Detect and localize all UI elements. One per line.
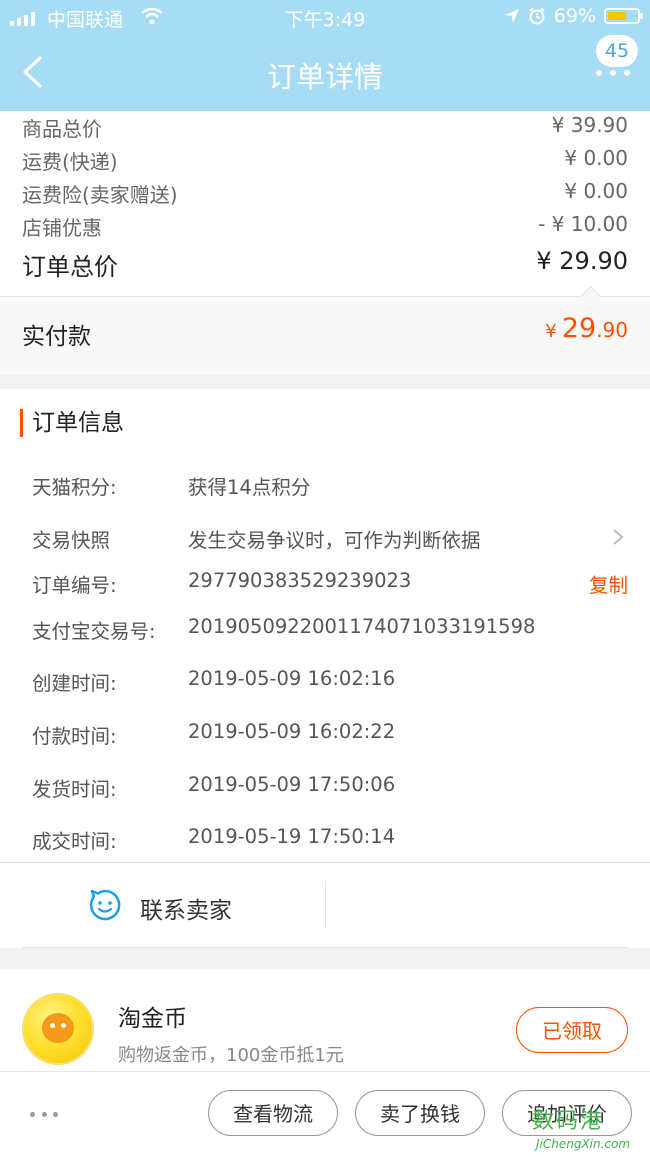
info-value: 获得14点积分 xyxy=(188,476,311,499)
alarm-icon xyxy=(529,7,545,25)
price-label: 商品总价 xyxy=(22,117,102,141)
more-icon[interactable] xyxy=(596,70,630,78)
price-row: 店铺优惠 - ¥ 10.00 xyxy=(22,212,628,241)
view-logistics-button[interactable]: 查看物流 xyxy=(208,1090,338,1136)
page-title: 订单详情 xyxy=(266,60,383,94)
actual-payment-value: ¥ 29.90 xyxy=(545,313,628,344)
info-key: 创建时间: xyxy=(32,672,117,695)
more-actions-icon[interactable] xyxy=(30,1112,58,1117)
divider xyxy=(22,947,628,948)
chevron-right-icon xyxy=(613,529,624,545)
actual-payment: 实付款 ¥ 29.90 xyxy=(0,285,650,375)
section-title: 订单信息 xyxy=(20,409,124,437)
coin-title: 淘金币 xyxy=(118,1006,187,1032)
message-badge[interactable]: 45 xyxy=(596,35,638,67)
info-value: 2019-05-09 16:02:16 xyxy=(188,667,396,690)
order-number: 297790383529239023 xyxy=(188,569,412,592)
price-label: 店铺优惠 xyxy=(22,216,102,240)
price-label: 运费(快递) xyxy=(22,150,118,174)
gold-coin-icon xyxy=(22,993,94,1065)
header: 中国联通 下午3:49 69% 订单详情 45 xyxy=(0,0,650,111)
chat-face-icon xyxy=(89,889,121,921)
info-key: 支付宝交易号: xyxy=(32,620,156,643)
info-key: 订单编号: xyxy=(32,574,117,597)
price-row: 运费(快递) ¥ 0.00 xyxy=(22,146,628,175)
order-total-value: ¥ 29.90 xyxy=(536,247,628,275)
status-right: 69% xyxy=(504,5,643,27)
info-key: 天猫积分: xyxy=(32,476,117,499)
price-value: - ¥ 10.00 xyxy=(538,212,628,236)
coin-subtitle: 购物返金币，100金币抵1元 xyxy=(118,1045,344,1066)
actual-payment-label: 实付款 xyxy=(22,324,91,350)
contact-seller-button[interactable]: 联系卖家 xyxy=(0,863,325,948)
battery-icon xyxy=(604,8,643,24)
info-value: 2019-05-19 17:50:14 xyxy=(188,825,396,848)
info-key: 成交时间: xyxy=(32,830,117,853)
price-label: 运费险(卖家赠送) xyxy=(22,183,178,207)
battery-percent: 69% xyxy=(553,5,596,27)
info-key: 交易快照 xyxy=(32,529,111,552)
info-value: 2019-05-09 17:50:06 xyxy=(188,773,396,796)
info-value: 2019-05-09 16:02:22 xyxy=(188,720,396,743)
order-info-card: 订单信息 天猫积分: 获得14点积分 交易快照 发生交易争议时，可作为判断依据 … xyxy=(0,389,650,948)
price-row: 运费险(卖家赠送) ¥ 0.00 xyxy=(22,179,628,208)
price-value: ¥ 39.90 xyxy=(551,113,628,137)
sell-for-cash-button[interactable]: 卖了换钱 xyxy=(355,1090,485,1136)
price-value: ¥ 0.00 xyxy=(564,146,628,170)
location-icon xyxy=(504,9,519,23)
status-bar: 中国联通 下午3:49 69% xyxy=(0,0,650,36)
order-total-label: 订单总价 xyxy=(22,253,118,281)
copy-button[interactable]: 复制 xyxy=(589,569,628,598)
info-key: 付款时间: xyxy=(32,725,117,748)
info-key: 发货时间: xyxy=(32,778,117,801)
info-value: 2019050922001174071033191598 xyxy=(188,615,536,638)
info-value: 发生交易争议时，可作为判断依据 xyxy=(188,529,481,552)
price-summary: 商品总价 ¥ 39.90 运费(快递) ¥ 0.00 运费险(卖家赠送) ¥ 0… xyxy=(0,111,650,296)
divider xyxy=(325,881,326,929)
claimed-button[interactable]: 已领取 xyxy=(516,1007,628,1053)
order-total-row: 订单总价 ¥ 29.90 xyxy=(22,247,628,282)
price-row: 商品总价 ¥ 39.90 xyxy=(22,113,628,142)
price-value: ¥ 0.00 xyxy=(564,179,628,203)
watermark-logo: 数码港 JiChengXin.com xyxy=(532,1109,631,1151)
contact-seller-label: 联系卖家 xyxy=(140,898,232,924)
